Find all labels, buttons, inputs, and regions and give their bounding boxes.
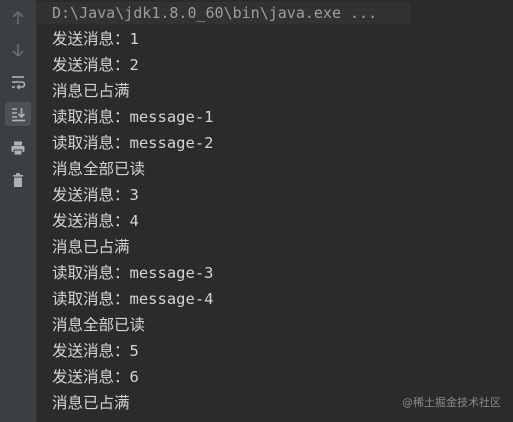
output-line: 发送消息：4 <box>52 212 139 230</box>
arrow-down-icon <box>12 44 24 57</box>
trash-icon <box>13 173 23 187</box>
output-line: 消息已占满 <box>52 394 130 412</box>
output-line: 读取消息：message-1 <box>52 108 214 126</box>
print-icon <box>11 141 25 156</box>
console-toolbar <box>0 0 37 422</box>
watermark: @稀土掘金技术社区 <box>402 396 501 409</box>
down-stack-button[interactable] <box>5 38 31 62</box>
soft-wrap-icon <box>12 76 26 90</box>
output-line: 发送消息：6 <box>52 368 139 386</box>
up-stack-button[interactable] <box>5 6 31 30</box>
scroll-to-end-button[interactable] <box>5 102 31 126</box>
soft-wrap-button[interactable] <box>5 70 31 94</box>
output-line: 读取消息：message-2 <box>52 134 214 152</box>
console-output[interactable]: D:\Java\jdk1.8.0_60\bin\java.exe ... 发送消… <box>37 0 513 422</box>
output-line: 消息全部已读 <box>52 316 146 334</box>
arrow-up-icon <box>12 11 24 24</box>
output-line: 发送消息：3 <box>52 186 139 204</box>
output-line: 消息已占满 <box>52 238 130 256</box>
command-line: D:\Java\jdk1.8.0_60\bin\java.exe ... <box>52 4 378 22</box>
output-line: 发送消息：2 <box>52 56 139 74</box>
scroll-to-end-icon <box>12 108 26 122</box>
output-line: 读取消息：message-3 <box>52 264 214 282</box>
output-line: 发送消息：5 <box>52 342 139 360</box>
output-line: 消息已占满 <box>52 82 130 100</box>
clear-all-button[interactable] <box>5 168 31 192</box>
output-line: 读取消息：message-4 <box>52 290 214 308</box>
output-line: 发送消息：1 <box>52 30 139 48</box>
output-line: 消息全部已读 <box>52 160 146 178</box>
print-button[interactable] <box>5 136 31 160</box>
